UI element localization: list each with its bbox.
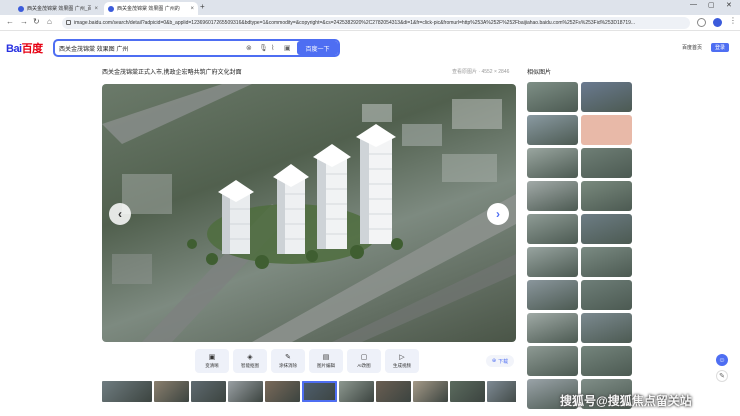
thumbnail-item[interactable] bbox=[487, 381, 516, 402]
related-image-item[interactable] bbox=[581, 214, 632, 244]
related-image-item[interactable] bbox=[581, 181, 632, 211]
tool-edit-label: 图片编辑 bbox=[317, 362, 335, 368]
thumbnail-item[interactable] bbox=[339, 381, 374, 402]
back-icon[interactable]: ← bbox=[6, 17, 14, 26]
thumbnail-strip bbox=[102, 381, 516, 402]
site-info-icon[interactable] bbox=[66, 20, 71, 25]
extensions-icon[interactable] bbox=[697, 18, 706, 27]
tool-erase-button[interactable]: ✎ 涂抹消除 bbox=[271, 349, 305, 373]
related-image-item[interactable] bbox=[581, 247, 632, 277]
forward-icon[interactable]: → bbox=[20, 17, 28, 26]
thumbnail-item[interactable] bbox=[413, 381, 448, 402]
close-tab-icon[interactable]: × bbox=[190, 6, 194, 12]
related-image-item[interactable] bbox=[527, 280, 578, 310]
baidu-favicon-icon bbox=[108, 5, 114, 12]
login-button[interactable]: 登录 bbox=[711, 43, 729, 52]
related-image-item[interactable] bbox=[527, 148, 578, 178]
tool-edit-button[interactable]: ▤ 图片编辑 bbox=[309, 349, 343, 373]
clear-icon[interactable]: ⊗ bbox=[246, 44, 252, 52]
related-image-item[interactable] bbox=[527, 214, 578, 244]
menu-icon[interactable]: ⋮ bbox=[729, 16, 737, 25]
tool-edit-icon: ▤ bbox=[322, 353, 330, 361]
thumbnail-item[interactable] bbox=[376, 381, 411, 402]
voice-search-icon[interactable]: 🎙 bbox=[259, 44, 268, 52]
related-image-item[interactable] bbox=[527, 247, 578, 277]
main-image[interactable]: ‹ › bbox=[102, 84, 516, 342]
related-image-item[interactable] bbox=[581, 280, 632, 310]
related-image-item[interactable] bbox=[581, 313, 632, 343]
search-box: ⊗ 🎙 ⌇ ▣ 百度一下 bbox=[53, 39, 340, 57]
thumbnail-item[interactable] bbox=[265, 381, 300, 402]
related-image-item[interactable] bbox=[581, 115, 632, 145]
thumbnail-item[interactable] bbox=[450, 381, 485, 402]
tool-ai-edit-icon: ▢ bbox=[360, 353, 368, 361]
minimize-icon[interactable]: — bbox=[690, 1, 697, 8]
related-images-grid bbox=[527, 82, 633, 409]
related-image-item[interactable] bbox=[527, 115, 578, 145]
watermark: 搜狐号@搜狐焦点留关站 bbox=[560, 394, 692, 408]
building-rendering-image bbox=[102, 84, 516, 342]
tool-ai-edit-button[interactable]: ▢ AI改图 bbox=[347, 349, 381, 373]
thumbnail-item[interactable] bbox=[191, 381, 226, 402]
tool-cutout-button[interactable]: ◈ 智能抠图 bbox=[233, 349, 267, 373]
browser-tab-1[interactable]: 西关金茂锦棠 效果图 广州_百 × bbox=[14, 2, 102, 15]
previous-image-button[interactable]: ‹ bbox=[109, 203, 131, 225]
baidu-logo[interactable]: Bai百度 bbox=[6, 40, 43, 56]
tool-erase-icon: ✎ bbox=[285, 353, 291, 361]
tool-video-label: 生成视频 bbox=[393, 362, 411, 368]
thumbnail-item[interactable] bbox=[102, 381, 152, 402]
thumbnail-item[interactable] bbox=[302, 381, 337, 402]
feedback-icon[interactable]: ☺ bbox=[716, 354, 728, 366]
search-input[interactable] bbox=[59, 43, 239, 53]
search-button[interactable]: 百度一下 bbox=[297, 41, 338, 55]
new-tab-icon[interactable]: + bbox=[200, 2, 205, 11]
address-url: image.baidu.com/search/detail?adpicid=0&… bbox=[74, 20, 636, 26]
image-tools: ▣ 变清晰 ◈ 智能抠图 ✎ 涂抹消除 ▤ 图片编辑 ▢ AI改图 ▷ 生成视频 bbox=[195, 349, 419, 373]
tool-video-button[interactable]: ▷ 生成视频 bbox=[385, 349, 419, 373]
related-image-item[interactable] bbox=[581, 346, 632, 376]
tool-enhance-icon: ▣ bbox=[208, 353, 216, 361]
tool-cutout-label: 智能抠图 bbox=[241, 362, 259, 368]
related-image-item[interactable] bbox=[581, 148, 632, 178]
related-image-item[interactable] bbox=[527, 346, 578, 376]
thumbnail-item[interactable] bbox=[154, 381, 189, 402]
tool-erase-label: 涂抹消除 bbox=[279, 362, 297, 368]
maximize-icon[interactable]: ▢ bbox=[708, 1, 715, 9]
address-bar[interactable]: image.baidu.com/search/detail?adpicid=0&… bbox=[62, 17, 690, 29]
browser-tab-bar: 西关金茂锦棠 效果图 广州_百 × 西关金茂锦棠 效果图 广州的 × + — ▢… bbox=[0, 0, 740, 15]
download-button[interactable]: ⊕ 下载 bbox=[486, 355, 514, 367]
related-image-item[interactable] bbox=[527, 82, 578, 112]
related-image-item[interactable] bbox=[581, 82, 632, 112]
tab-label: 西关金茂锦棠 效果图 广州的 bbox=[117, 6, 180, 12]
thumbnail-item[interactable] bbox=[228, 381, 263, 402]
edit-icon[interactable]: ✎ bbox=[716, 370, 728, 382]
close-window-icon[interactable]: ✕ bbox=[726, 1, 732, 9]
tool-cutout-icon: ◈ bbox=[247, 353, 253, 361]
tab-label: 西关金茂锦棠 效果图 广州_百 bbox=[27, 6, 92, 12]
image-title: 西关金茂锦棠正式入市,携政企宏略共筑广府文化封面 bbox=[102, 70, 242, 76]
profile-avatar-icon[interactable] bbox=[713, 18, 722, 27]
baidu-home-link[interactable]: 百度首页 bbox=[682, 44, 702, 51]
logo-text: Bai bbox=[6, 43, 22, 55]
tool-enhance-label: 变清晰 bbox=[205, 362, 219, 368]
logo-paw-text: 百度 bbox=[21, 43, 44, 55]
tool-enhance-button[interactable]: ▣ 变清晰 bbox=[195, 349, 229, 373]
reload-icon[interactable]: ↻ bbox=[33, 17, 40, 26]
baidu-favicon-icon bbox=[18, 5, 24, 12]
related-image-item[interactable] bbox=[527, 313, 578, 343]
download-icon: ⊕ bbox=[491, 358, 497, 364]
related-images-title: 相似图片 bbox=[527, 70, 552, 76]
browser-toolbar: ← → ↻ ⌂ image.baidu.com/search/detail?ad… bbox=[0, 15, 740, 31]
tool-ai-edit-label: AI改图 bbox=[357, 362, 371, 368]
image-dimensions[interactable]: 查看原图片 · 4552 × 2846 bbox=[452, 68, 509, 75]
download-label: 下载 bbox=[498, 358, 509, 365]
related-image-item[interactable] bbox=[527, 181, 578, 211]
home-icon[interactable]: ⌂ bbox=[47, 17, 52, 26]
image-search-icon[interactable]: ▣ bbox=[284, 44, 291, 52]
browser-tab-2-active[interactable]: 西关金茂锦棠 效果图 广州的 × bbox=[104, 2, 198, 15]
next-image-button[interactable]: › bbox=[487, 203, 509, 225]
tool-video-icon: ▷ bbox=[399, 353, 405, 361]
attachment-icon[interactable]: ⌇ bbox=[271, 44, 274, 52]
close-tab-icon[interactable]: × bbox=[94, 6, 98, 12]
